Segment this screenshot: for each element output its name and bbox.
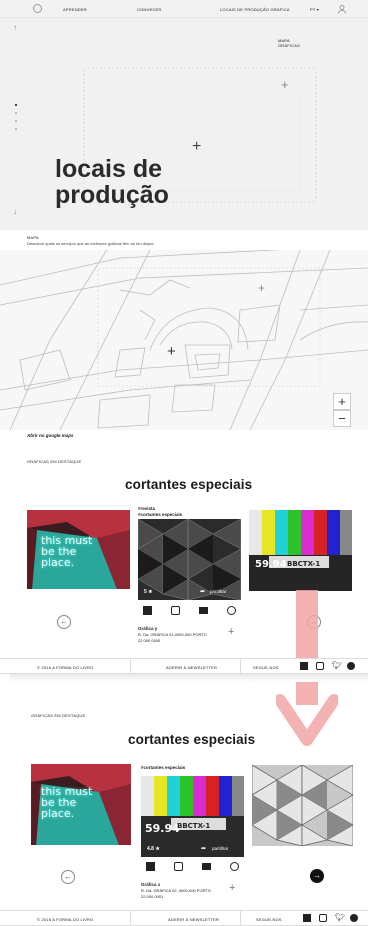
hero-section: ↑ ↓ MAPA GRÁFICAS + locais de produção + — [0, 18, 368, 230]
featured-title: cortantes especiais — [128, 732, 256, 747]
footer: © 2016 A FORMA DO LIVRO ADERIR À NEWSLET… — [0, 658, 368, 674]
rating-badge: 4.8 ★ — [147, 846, 160, 852]
top-nav: APRENDER CONHECER LOCAIS DE PRODUÇÃO GRÁ… — [0, 0, 368, 18]
side-dots — [15, 104, 18, 134]
newsletter-link[interactable]: ADERIR À NEWSLETTER — [168, 917, 219, 922]
right-card-image[interactable] — [252, 765, 353, 846]
place-address: R. Da. GRÁFICA 02, 0000-000 PORTO — [141, 888, 211, 893]
share-icon[interactable]: ➦ — [201, 845, 206, 852]
neon-sign-text: this must be the place. — [41, 785, 93, 820]
logo-icon[interactable] — [33, 4, 42, 13]
globe-icon[interactable] — [227, 606, 236, 615]
instagram-icon[interactable] — [319, 914, 327, 922]
map-view[interactable]: + + + − — [0, 250, 368, 430]
card-tag[interactable]: #cortantes especiais — [138, 512, 182, 517]
featured-title: cortantes especiais — [125, 477, 253, 492]
card-tag[interactable]: #cortantes especiais — [141, 765, 185, 770]
pinterest-icon[interactable] — [350, 914, 358, 922]
street-map — [0, 250, 368, 430]
place-phone: 22 000 0000 — [138, 638, 161, 643]
newsletter-link[interactable]: ADERIR À NEWSLETTER — [166, 665, 217, 670]
google-maps-link[interactable]: Abrir no google maps — [27, 433, 74, 438]
footer: © 2016 A FORMA DO LIVRO ADERIR À NEWSLET… — [0, 910, 368, 926]
instagram-icon[interactable] — [171, 606, 180, 615]
center-card-image[interactable]: 5 ★ ➦ partilhar — [138, 519, 241, 600]
svg-text:BBCTX-1: BBCTX-1 — [287, 560, 320, 568]
carousel-prev-button[interactable]: ← — [57, 615, 71, 629]
svg-text:BBCTX-1: BBCTX-1 — [177, 822, 210, 830]
svg-text:59.94: 59.94 — [255, 559, 287, 570]
featured-section-label: GRÁFICAS EM DESTAQUE — [31, 713, 86, 718]
language-selector[interactable]: PT ▾ — [310, 7, 319, 12]
share-label[interactable]: partilhar — [210, 589, 226, 594]
card-tag[interactable]: #revista — [138, 506, 155, 511]
facebook-icon[interactable] — [146, 862, 155, 871]
featured-section-label: GRÁFICAS EM DESTAQUE — [27, 459, 82, 464]
pinterest-icon[interactable] — [347, 662, 355, 670]
mail-icon[interactable] — [199, 607, 208, 614]
crosshair-icon: + — [258, 281, 266, 295]
left-card-image[interactable]: this must be the place. — [31, 764, 131, 845]
right-card-image[interactable]: 59.94 BBCTX-1 — [249, 510, 352, 591]
crosshair-icon: + — [281, 77, 289, 92]
crosshair-icon: + — [229, 882, 236, 894]
follow-label: SEGUE-NOS — [253, 665, 279, 670]
crosshair-icon: + — [228, 626, 235, 638]
crosshair-icon: + — [192, 138, 202, 155]
page-shadow — [10, 674, 368, 682]
facebook-icon[interactable] — [143, 606, 152, 615]
instagram-icon[interactable] — [174, 862, 183, 871]
carousel-next-button[interactable]: → — [310, 869, 324, 883]
nav-locais[interactable]: LOCAIS DE PRODUÇÃO GRÁFICA — [220, 7, 290, 12]
follow-label: SEGUE-NOS — [256, 917, 282, 922]
nav-aprender[interactable]: APRENDER — [63, 7, 87, 12]
page-title: locais de produção — [55, 155, 169, 209]
hero-map-label: MAPA GRÁFICAS — [278, 38, 301, 48]
mail-icon[interactable] — [202, 863, 211, 870]
scroll-up-icon[interactable]: ↑ — [13, 23, 17, 32]
globe-icon[interactable] — [230, 862, 239, 871]
place-name: Gráfica y — [138, 626, 158, 631]
scroll-down-icon[interactable]: ↓ — [13, 207, 17, 216]
map-label: MAPA — [27, 235, 39, 240]
map-description: Descobre quais os serviços que as melhor… — [27, 241, 155, 246]
carousel-prev-button[interactable]: ← — [61, 870, 75, 884]
crosshair-icon: + — [167, 343, 176, 360]
center-card-image[interactable]: 59.94 BBCTX-1 4.8 ★ ➦ partilhar — [141, 776, 244, 857]
user-icon[interactable] — [338, 5, 346, 14]
left-card-image[interactable]: this must be the place. — [27, 510, 130, 589]
instagram-icon[interactable] — [316, 662, 324, 670]
twitter-icon[interactable]: 🐦︎ — [335, 913, 345, 922]
nav-conhecer[interactable]: CONHECER — [137, 7, 162, 12]
footer-copyright: © 2016 A FORMA DO LIVRO — [37, 917, 94, 922]
place-name: Gráfica x — [141, 882, 161, 887]
place-address: R. Da. GRÁFICA 01,0000-000 PORTO — [138, 632, 207, 637]
facebook-icon[interactable] — [300, 662, 308, 670]
facebook-icon[interactable] — [303, 914, 311, 922]
share-icon[interactable]: ➦ — [200, 588, 205, 595]
share-label[interactable]: partilhar — [212, 846, 228, 851]
neon-sign-text: this must be the place. — [41, 534, 93, 569]
rating-badge: 5 ★ — [144, 589, 153, 595]
place-phone: 22 000 0001 — [141, 894, 164, 899]
zoom-out-button[interactable]: − — [333, 410, 351, 427]
footer-copyright: © 2016 A FORMA DO LIVRO — [37, 665, 94, 670]
zoom-in-button[interactable]: + — [333, 393, 351, 410]
svg-text:59.94: 59.94 — [145, 822, 180, 835]
twitter-icon[interactable]: 🐦︎ — [332, 661, 342, 670]
